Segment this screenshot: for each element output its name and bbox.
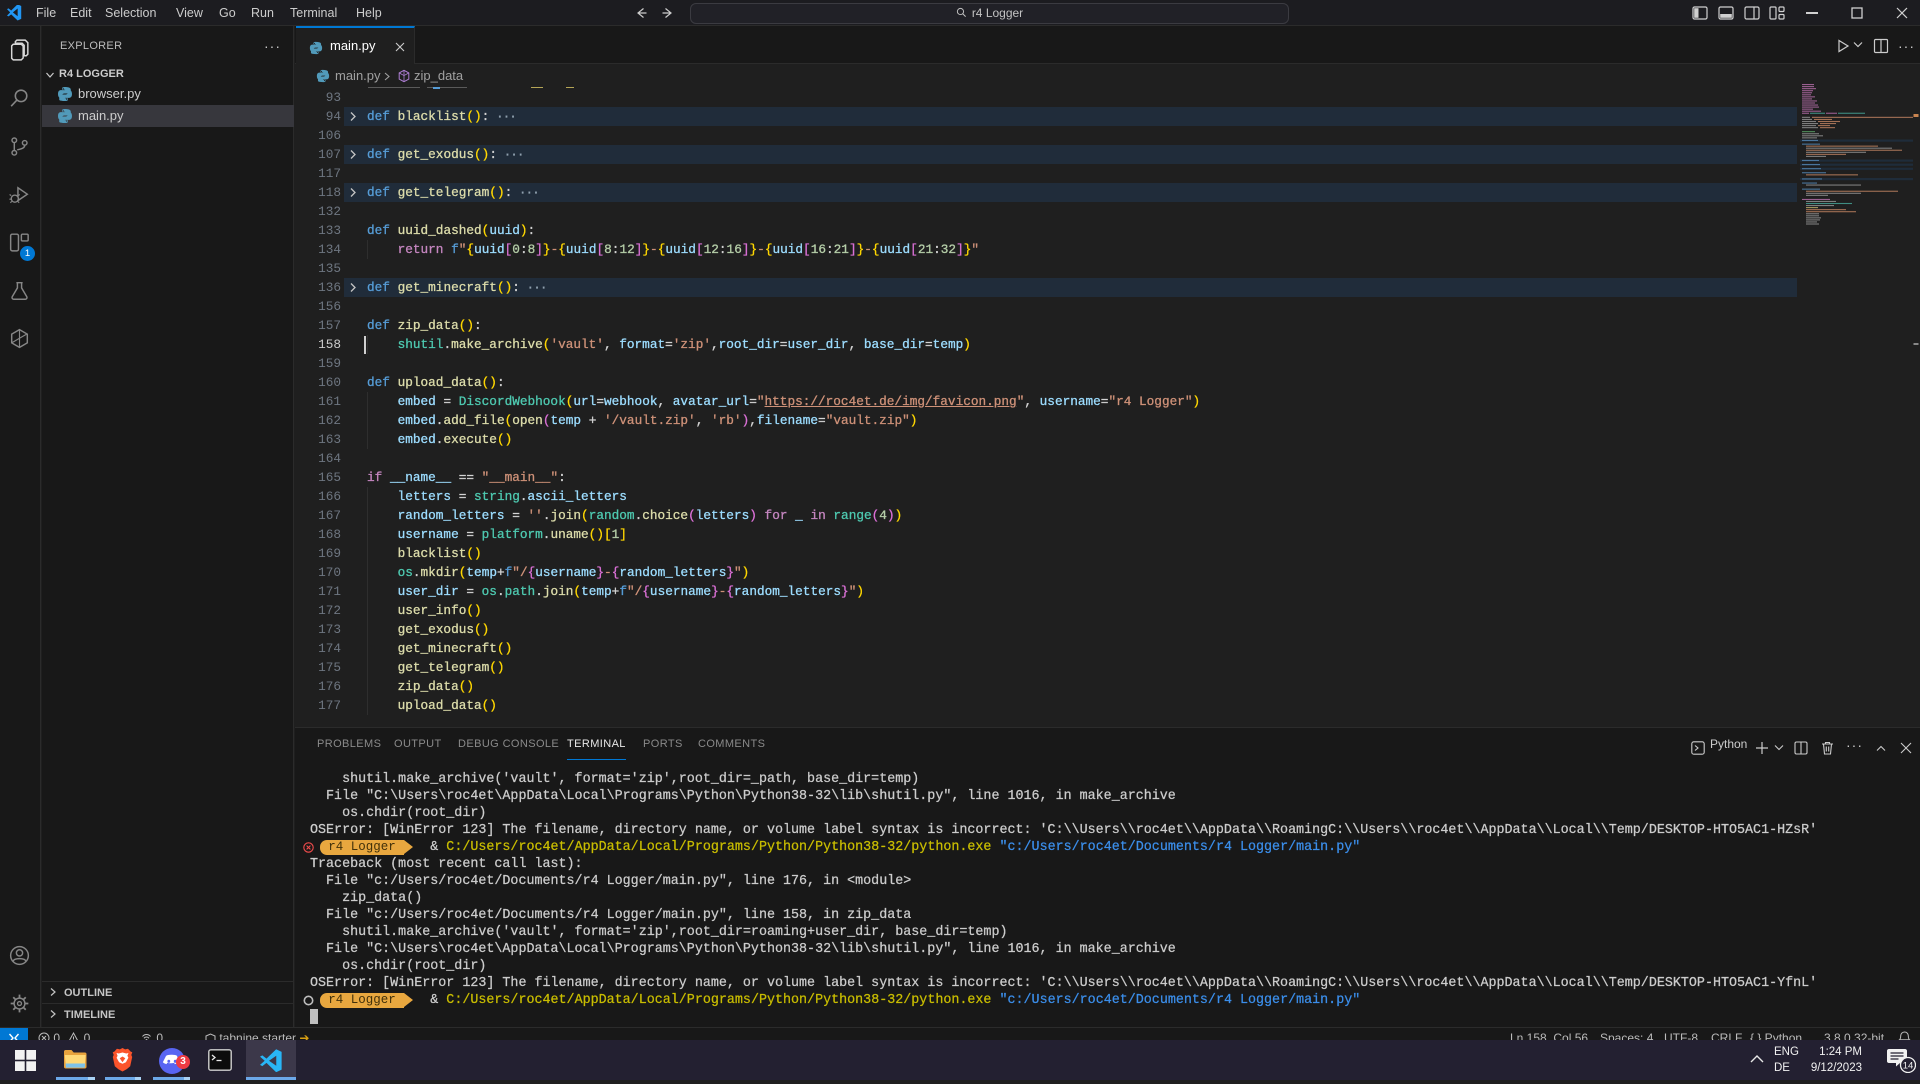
svg-text:14: 14 [1903, 1060, 1914, 1071]
